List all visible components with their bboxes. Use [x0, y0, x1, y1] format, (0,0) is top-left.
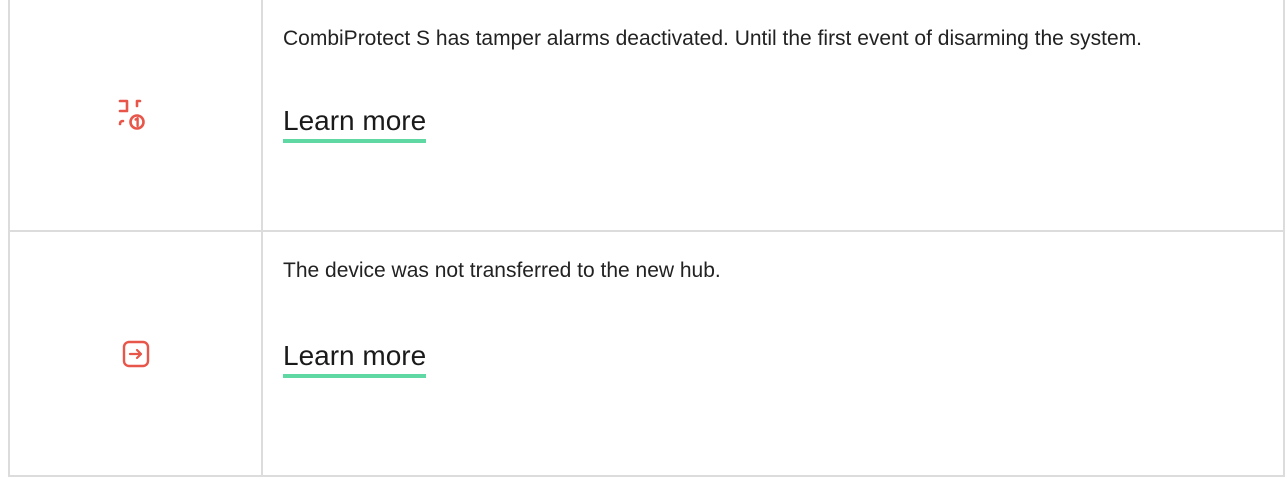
description-cell: The device was not transferred to the ne… [263, 232, 1283, 475]
tamper-alarm-disabled-icon [116, 98, 156, 132]
learn-more-link[interactable]: Learn more [283, 103, 427, 143]
learn-more-link[interactable]: Learn more [283, 338, 427, 378]
status-icons-table: CombiProtect S has tamper alarms deactiv… [8, 0, 1285, 477]
icon-cell [10, 232, 263, 475]
description-text: The device was not transferred to the ne… [283, 259, 721, 282]
icon-cell [10, 0, 263, 230]
table-row: CombiProtect S has tamper alarms deactiv… [10, 0, 1283, 232]
device-transfer-icon [122, 340, 150, 368]
table-row: The device was not transferred to the ne… [10, 232, 1283, 477]
description-cell: CombiProtect S has tamper alarms deactiv… [263, 0, 1283, 230]
description-text: CombiProtect S has tamper alarms deactiv… [283, 27, 1143, 50]
